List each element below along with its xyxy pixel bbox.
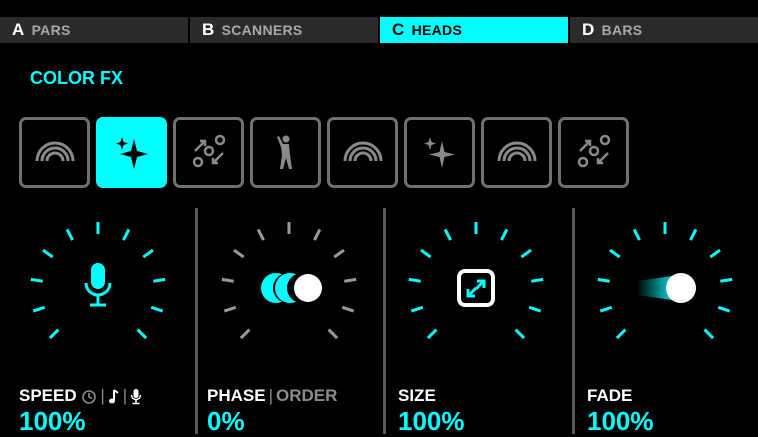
knob-tick [426, 328, 438, 340]
sparkle-icon [115, 136, 148, 169]
tab-label: BARS [601, 22, 643, 38]
rainbow-icon [343, 141, 382, 161]
speed-label: SPEED | | [19, 386, 142, 406]
random-dots-icon [577, 134, 610, 167]
phase-value: 0% [207, 406, 245, 436]
note-icon[interactable] [108, 388, 120, 405]
knob-tick [32, 305, 46, 313]
knob-tick [597, 277, 610, 283]
knob-tick [420, 248, 432, 259]
knob-tick [341, 305, 355, 313]
preset-row [19, 117, 629, 188]
knob-tick [689, 228, 698, 241]
knob-tick [717, 305, 731, 313]
preset-button[interactable] [327, 117, 398, 188]
size-knob[interactable] [386, 205, 572, 380]
preset-button[interactable] [19, 117, 90, 188]
fade-knob[interactable] [575, 205, 758, 380]
knob-tick [30, 277, 43, 283]
rainbow-icon [35, 141, 74, 161]
preset-button[interactable] [96, 117, 167, 188]
preset-button[interactable] [558, 117, 629, 188]
tab-letter: A [12, 20, 25, 39]
knob-tick [408, 277, 421, 283]
rainbow-icon [497, 141, 536, 161]
dancer-icon [276, 135, 292, 169]
tab-pars[interactable]: A PARS [0, 17, 188, 43]
knob-tick [233, 248, 245, 259]
fade-icon [637, 273, 696, 303]
knob-tick [239, 328, 251, 340]
random-dots-icon [192, 134, 225, 167]
size-panel[interactable]: SIZE 100% [386, 205, 572, 436]
tab-heads[interactable]: C HEADS [380, 17, 568, 43]
knob-tick [410, 305, 424, 313]
knob-tick [333, 248, 345, 259]
knob-tick [153, 277, 166, 283]
tab-label: HEADS [411, 22, 463, 38]
knob-tick [599, 305, 613, 313]
knob-tick [500, 228, 509, 241]
knob-tick [142, 248, 154, 259]
knob-tick [42, 248, 54, 259]
knob-tick [344, 277, 357, 283]
knob-tick [48, 328, 60, 340]
knob-tick [443, 228, 452, 241]
knob-panels: SPEED | | 100% PHASE | ORDER 0% SIZE 100… [0, 205, 758, 436]
tab-letter: D [582, 20, 595, 39]
speed-knob[interactable] [0, 205, 195, 380]
phase-panel[interactable]: PHASE | ORDER 0% [198, 205, 383, 436]
section-title: COLOR FX [30, 68, 123, 88]
knob-tick [150, 305, 164, 313]
tab-letter: C [392, 20, 405, 39]
knob-tick [520, 248, 532, 259]
knob-tick [65, 228, 74, 241]
preset-button[interactable] [250, 117, 321, 188]
knob-tick [703, 328, 715, 340]
knob-tick [528, 305, 542, 313]
knob-tick [327, 328, 339, 340]
speed-panel[interactable]: SPEED | | 100% [0, 205, 195, 436]
knob-tick [256, 228, 265, 241]
order-label: ORDER [276, 386, 338, 405]
knob-tick [221, 277, 234, 283]
sparkle-icon [423, 136, 455, 168]
knob-tick [514, 328, 526, 340]
microphone-icon[interactable] [130, 388, 142, 405]
knob-tick [223, 305, 237, 313]
tab-scanners[interactable]: B SCANNERS [190, 17, 378, 43]
tab-letter: B [202, 20, 215, 39]
phase-knob[interactable] [198, 205, 383, 380]
phase-icon [261, 273, 322, 303]
size-label: SIZE [398, 386, 436, 405]
expand-icon [457, 269, 495, 307]
knob-tick [313, 228, 322, 241]
fade-label: FADE [587, 386, 633, 405]
knob-tick [709, 248, 721, 259]
knob-tick [122, 228, 131, 241]
phase-label: PHASE | ORDER [207, 386, 338, 405]
preset-button[interactable] [481, 117, 552, 188]
size-value: 100% [398, 406, 465, 436]
preset-button[interactable] [173, 117, 244, 188]
knob-tick [136, 328, 148, 340]
tab-label: PARS [31, 22, 71, 38]
tab-label: SCANNERS [221, 22, 303, 38]
tab-bars[interactable]: D BARS [570, 17, 758, 43]
speed-value: 100% [19, 406, 86, 436]
microphone-icon [84, 263, 112, 307]
knob-tick [632, 228, 641, 241]
fade-panel[interactable]: FADE 100% [575, 205, 758, 436]
fade-value: 100% [587, 406, 654, 436]
knob-tick [615, 328, 627, 340]
knob-tick [609, 248, 621, 259]
preset-button[interactable] [404, 117, 475, 188]
knob-tick [720, 277, 733, 283]
group-tabs: A PARS B SCANNERS C HEADS D BARS [0, 0, 758, 43]
knob-tick [531, 277, 544, 283]
clock-icon[interactable] [81, 389, 97, 405]
